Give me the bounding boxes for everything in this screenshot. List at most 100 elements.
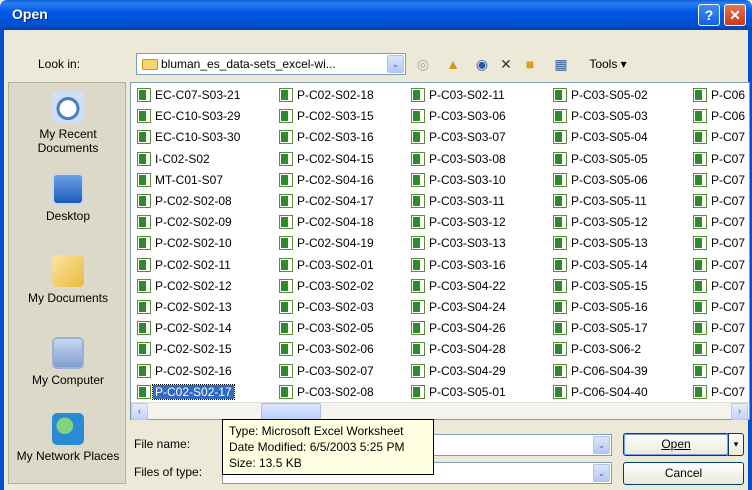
file-item[interactable]: P-C03-S05-02 (551, 86, 648, 104)
file-item[interactable]: P-C03-S02-01 (277, 256, 374, 274)
file-item[interactable]: P-C07 (691, 383, 745, 401)
tools-menu[interactable]: Tools ▾ (578, 54, 638, 74)
search-web-icon[interactable]: ◉ (472, 54, 492, 74)
file-item[interactable]: P-C03-S03-11 (409, 192, 505, 210)
delete-icon[interactable]: ✕ (496, 54, 516, 74)
back-icon[interactable]: ◎ (414, 54, 432, 74)
file-item[interactable]: P-C03-S03-06 (409, 107, 506, 125)
file-item[interactable]: P-C07 (691, 213, 745, 231)
up-folder-icon[interactable]: ▲ (440, 54, 466, 74)
file-item[interactable]: P-C03-S05-05 (551, 150, 648, 168)
file-item[interactable]: EC-C07-S03-21 (135, 86, 240, 104)
file-item[interactable]: P-C02-S02-09 (135, 213, 232, 231)
file-item[interactable]: EC-C10-S03-30 (135, 128, 240, 146)
file-item[interactable]: P-C02-S04-16 (277, 171, 374, 189)
cancel-button[interactable]: Cancel (623, 462, 744, 485)
file-item[interactable]: P-C03-S05-03 (551, 107, 648, 125)
file-item[interactable]: P-C03-S05-01 (409, 383, 506, 401)
place-network[interactable]: My Network Places (9, 413, 127, 463)
file-item[interactable]: P-C07 (691, 171, 745, 189)
help-button[interactable]: ? (698, 4, 720, 26)
file-item[interactable]: P-C03-S05-12 (551, 213, 648, 231)
file-item[interactable]: P-C02-S04-18 (277, 213, 374, 231)
chevron-down-icon[interactable]: ⌄ (387, 55, 404, 73)
file-item[interactable]: P-C03-S04-26 (409, 319, 506, 337)
open-button[interactable]: Open (623, 433, 729, 456)
file-item[interactable]: P-C07 (691, 256, 745, 274)
file-item[interactable]: P-C03-S04-24 (409, 298, 506, 316)
scroll-right-button[interactable]: › (731, 403, 748, 420)
place-desktop[interactable]: Desktop (9, 173, 127, 223)
file-item[interactable]: P-C07 (691, 319, 745, 337)
file-item[interactable]: P-C02-S02-17 (135, 383, 235, 401)
place-my-documents[interactable]: My Documents (9, 255, 127, 305)
file-item[interactable]: P-C03-S05-06 (551, 171, 648, 189)
file-item[interactable]: P-C03-S02-08 (277, 383, 374, 401)
look-in-combo[interactable]: bluman_es_data-sets_excel-wi... ⌄ (136, 53, 406, 75)
file-item[interactable]: P-C02-S02-16 (135, 362, 232, 380)
close-button[interactable]: ✕ (724, 4, 746, 26)
file-item[interactable]: MT-C01-S07 (135, 171, 223, 189)
file-item[interactable]: P-C03-S02-03 (277, 298, 374, 316)
file-item[interactable]: P-C07 (691, 362, 745, 380)
place-my-computer[interactable]: My Computer (9, 337, 127, 387)
file-item[interactable]: P-C03-S03-13 (409, 234, 506, 252)
file-item[interactable]: P-C02-S03-15 (277, 107, 374, 125)
horizontal-scrollbar[interactable]: ‹ › (131, 402, 749, 420)
file-item[interactable]: P-C03-S05-13 (551, 234, 648, 252)
chevron-down-icon[interactable]: ⌄ (593, 436, 610, 454)
file-item[interactable]: P-C03-S03-07 (409, 128, 506, 146)
views-icon[interactable]: ▦ (546, 54, 576, 74)
file-item[interactable]: P-C02-S02-08 (135, 192, 232, 210)
file-list[interactable]: EC-C07-S03-21 EC-C10-S03-29 EC-C10-S03-30 I… (130, 82, 750, 420)
file-item[interactable]: P-C02-S02-12 (135, 277, 232, 295)
file-item[interactable]: P-C03-S02-05 (277, 319, 374, 337)
file-item[interactable]: P-C07 (691, 277, 745, 295)
file-item[interactable]: P-C07 (691, 298, 745, 316)
file-item[interactable]: P-C07 (691, 128, 745, 146)
file-item[interactable]: P-C03-S05-17 (551, 319, 648, 337)
file-item[interactable]: I-C02-S02 (135, 150, 210, 168)
file-item[interactable]: P-C03-S05-11 (551, 192, 647, 210)
file-item[interactable]: P-C03-S05-15 (551, 277, 648, 295)
new-folder-icon[interactable]: ■ (520, 54, 540, 74)
file-item[interactable]: P-C06-S04-39 (551, 362, 648, 380)
file-item[interactable]: P-C02-S03-16 (277, 128, 374, 146)
file-item[interactable]: P-C02-S02-15 (135, 340, 232, 358)
file-item[interactable]: P-C06 (691, 86, 745, 104)
title-bar[interactable]: Open ? ✕ (0, 0, 752, 30)
file-item[interactable]: P-C06 (691, 107, 745, 125)
scroll-left-button[interactable]: ‹ (131, 403, 148, 420)
file-item[interactable]: P-C02-S04-15 (277, 150, 374, 168)
file-item[interactable]: P-C03-S02-11 (409, 86, 505, 104)
file-item[interactable]: P-C07 (691, 340, 745, 358)
file-item[interactable]: P-C02-S02-14 (135, 319, 232, 337)
file-item[interactable]: P-C02-S04-19 (277, 234, 374, 252)
file-item[interactable]: P-C03-S05-04 (551, 128, 648, 146)
file-item[interactable]: P-C07 (691, 192, 745, 210)
file-item[interactable]: P-C02-S02-18 (277, 86, 374, 104)
file-item[interactable]: P-C03-S02-07 (277, 362, 374, 380)
file-item[interactable]: P-C03-S04-28 (409, 340, 506, 358)
file-item[interactable]: P-C03-S04-29 (409, 362, 506, 380)
file-item[interactable]: P-C02-S02-11 (135, 256, 231, 274)
file-item[interactable]: P-C03-S04-22 (409, 277, 506, 295)
file-item[interactable]: P-C03-S03-10 (409, 171, 506, 189)
file-item[interactable]: EC-C10-S03-29 (135, 107, 240, 125)
file-item[interactable]: P-C02-S02-13 (135, 298, 232, 316)
file-item[interactable]: P-C03-S03-16 (409, 256, 506, 274)
file-item[interactable]: P-C03-S03-08 (409, 150, 506, 168)
place-recent[interactable]: My Recent Documents (9, 91, 127, 155)
file-item[interactable]: P-C03-S03-12 (409, 213, 506, 231)
file-item[interactable]: P-C07 (691, 234, 745, 252)
scroll-thumb[interactable] (261, 403, 321, 420)
file-item[interactable]: P-C02-S04-17 (277, 192, 374, 210)
file-item[interactable]: P-C02-S02-10 (135, 234, 232, 252)
file-item[interactable]: P-C03-S06-2 (551, 340, 641, 358)
open-options-button[interactable]: ▾ (728, 433, 744, 456)
file-item[interactable]: P-C03-S02-06 (277, 340, 374, 358)
file-item[interactable]: P-C03-S05-16 (551, 298, 648, 316)
file-item[interactable]: P-C03-S05-14 (551, 256, 648, 274)
file-item[interactable]: P-C07 (691, 150, 745, 168)
file-item[interactable]: P-C06-S04-40 (551, 383, 648, 401)
